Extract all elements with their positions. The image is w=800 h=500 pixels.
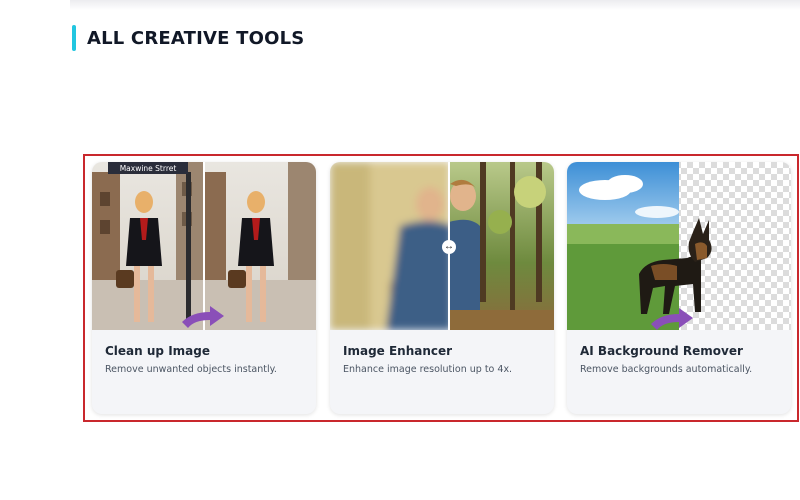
tool-card-title: Clean up Image [105, 344, 210, 358]
clean-up-image-preview: Maxwine Strret [92, 162, 316, 330]
section-accent-bar [72, 25, 76, 51]
tool-card-clean-up-image[interactable]: Maxwine Strret Clean up Image Remove unw… [92, 162, 316, 414]
street-sign-text: Maxwine Strret [120, 164, 177, 173]
background-remover-preview [567, 162, 791, 330]
tool-card-description: Remove unwanted objects instantly. [105, 364, 277, 375]
tool-card-ai-background-remover[interactable]: AI Background Remover Remove backgrounds… [567, 162, 791, 414]
top-shadow [70, 0, 800, 10]
image-enhancer-preview: ↔ [330, 162, 554, 330]
tool-card-title: AI Background Remover [580, 344, 743, 358]
tool-card-image-enhancer[interactable]: ↔ Image Enhancer Enhance image resolutio… [330, 162, 554, 414]
left-right-arrow-icon[interactable]: ↔ [442, 240, 456, 254]
tool-card-description: Remove backgrounds automatically. [580, 364, 753, 375]
section-header: ALL CREATIVE TOOLS [72, 25, 304, 51]
tool-card-title: Image Enhancer [343, 344, 453, 358]
section-title: ALL CREATIVE TOOLS [87, 27, 305, 49]
tool-card-description: Enhance image resolution up to 4x. [343, 364, 513, 375]
